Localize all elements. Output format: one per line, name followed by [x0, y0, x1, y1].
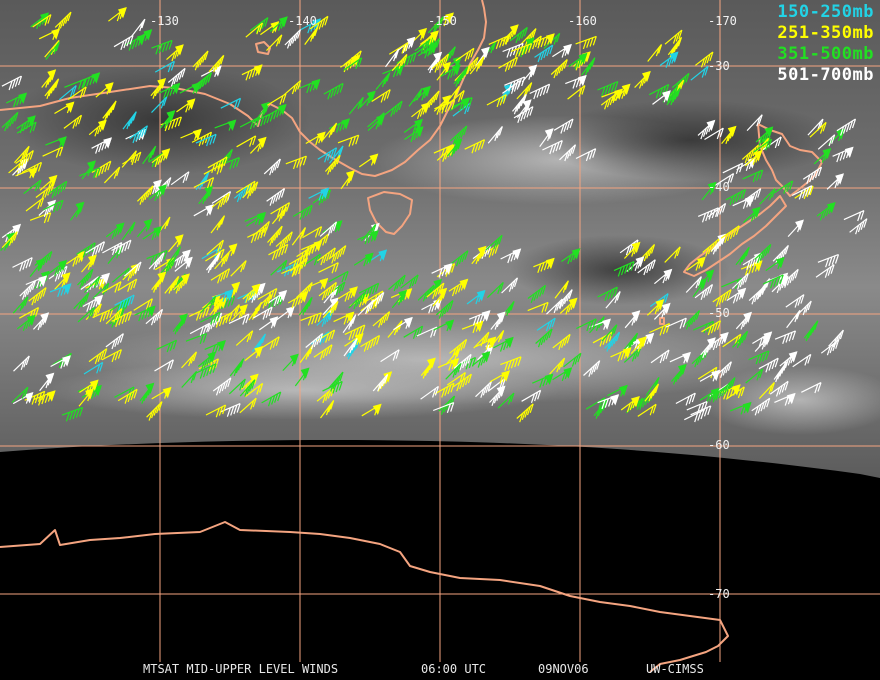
lon-label-150: -150 — [428, 14, 457, 28]
lat-label-70: -70 — [708, 587, 730, 601]
lat-label-50: -50 — [708, 306, 730, 320]
legend-item-150-250: 150-250mb — [777, 2, 874, 22]
map-viewer: -130 -140 -150 -160 -170 -30 -40 -50 -60… — [0, 0, 880, 680]
legend-item-351-500: 351-500mb — [777, 44, 874, 64]
product-title: MTSAT MID-UPPER LEVEL WINDS — [143, 662, 339, 676]
time-label: 06:00 UTC — [421, 662, 487, 676]
lat-label-60: -60 — [708, 438, 730, 452]
satellite-map: -130 -140 -150 -160 -170 -30 -40 -50 -60… — [0, 0, 880, 673]
date-label: 09NOV06 — [538, 662, 589, 676]
lat-label-30: -30 — [708, 59, 730, 73]
lon-label-160: -160 — [568, 14, 597, 28]
legend-item-501-700: 501-700mb — [777, 65, 874, 85]
legend-item-251-350: 251-350mb — [777, 23, 874, 43]
antarctica-coast — [0, 521, 729, 673]
footer-caption: MTSAT MID-UPPER LEVEL WINDS 06:00 UTC 09… — [0, 662, 880, 678]
lon-label-130: -130 — [150, 14, 179, 28]
lon-label-170: -170 — [708, 14, 737, 28]
lon-label-140: -140 — [288, 14, 317, 28]
lat-label-40: -40 — [708, 180, 730, 194]
credit-label: UW-CIMSS — [646, 662, 704, 676]
pressure-legend: 150-250mb 251-350mb 351-500mb 501-700mb — [777, 2, 874, 86]
